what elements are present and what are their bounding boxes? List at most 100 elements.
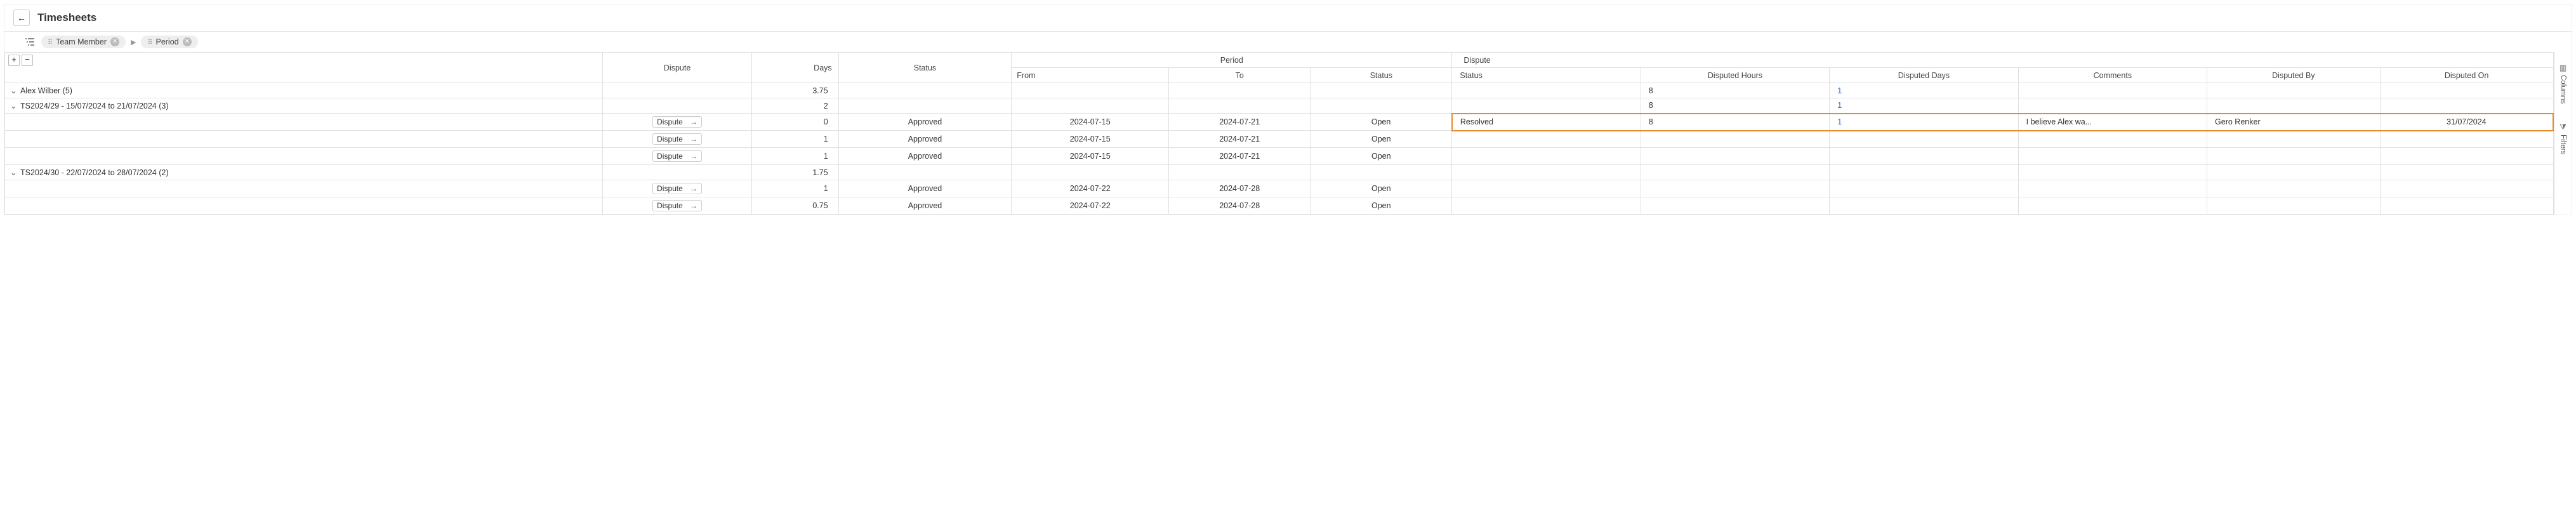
- page-header: ← Timesheets: [4, 4, 2572, 31]
- cell-disputed-hours: 8: [1641, 98, 1829, 114]
- cell-to: 2024-07-21: [1169, 131, 1311, 148]
- group-label: TS2024/29 - 15/07/2024 to 21/07/2024 (3): [20, 102, 169, 110]
- dispute-button[interactable]: Dispute →: [652, 200, 702, 211]
- chevron-down-icon: ⌄: [10, 101, 18, 110]
- chevron-right-icon: ▶: [131, 38, 136, 46]
- grouping-toolbar: ⠿ Team Member ✕ ▶ ⠿ Period ✕: [4, 32, 2572, 52]
- cell-days: 3.75: [752, 83, 838, 98]
- cell-to: 2024-07-28: [1169, 180, 1311, 197]
- cell-days: 0: [752, 114, 838, 131]
- filter-icon: ⧩: [2559, 123, 2566, 132]
- cell-disputed-on: 31/07/2024: [2380, 114, 2553, 131]
- column-header-from[interactable]: From: [1012, 68, 1169, 83]
- arrow-left-icon: ←: [17, 13, 26, 23]
- cell-period-status: Open: [1311, 148, 1452, 165]
- dispute-button[interactable]: Dispute →: [652, 150, 702, 162]
- table-row: Dispute → 0 Approved 2024-07-15 2024-07-2…: [5, 114, 2554, 131]
- arrow-right-icon: →: [690, 184, 697, 193]
- cell-from: 2024-07-15: [1012, 148, 1169, 165]
- dispute-button-label: Dispute: [657, 201, 683, 210]
- dispute-button[interactable]: Dispute →: [652, 183, 702, 194]
- cell-disputed-by: Gero Renker: [2207, 114, 2381, 131]
- column-header-disputed-on[interactable]: Disputed On: [2380, 68, 2553, 83]
- back-button[interactable]: ←: [13, 10, 30, 26]
- cell-disputed-days[interactable]: 1: [1830, 98, 2018, 114]
- group-pill-team-member[interactable]: ⠿ Team Member ✕: [41, 36, 126, 48]
- group-label: Alex Wilber (5): [20, 86, 72, 95]
- column-group-dispute: Dispute: [1452, 53, 2553, 68]
- group-row-period[interactable]: ⌄TS2024/30 - 22/07/2024 to 28/07/2024 (2…: [5, 165, 2554, 180]
- arrow-right-icon: →: [690, 152, 697, 161]
- column-header-tree: [5, 53, 603, 83]
- rail-label: Filters: [2559, 135, 2567, 154]
- cell-disputed-hours: 8: [1641, 83, 1829, 98]
- expand-all-button[interactable]: +: [8, 55, 20, 66]
- group-row-member[interactable]: ⌄Alex Wilber (5) 3.75 8 1: [5, 83, 2554, 98]
- dispute-button-label: Dispute: [657, 152, 683, 161]
- cell-period-status: Open: [1311, 180, 1452, 197]
- cell-to: 2024-07-21: [1169, 148, 1311, 165]
- columns-icon: ▥: [2559, 63, 2566, 72]
- cell-status: Approved: [838, 131, 1012, 148]
- cell-days: 1.75: [752, 165, 838, 180]
- cell-status: Approved: [838, 180, 1012, 197]
- cell-from: 2024-07-15: [1012, 114, 1169, 131]
- side-rail: ▥ Columns ⧩ Filters: [2554, 52, 2572, 215]
- column-header-to[interactable]: To: [1169, 68, 1311, 83]
- arrow-right-icon: →: [690, 201, 697, 210]
- cell-days: 0.75: [752, 197, 838, 215]
- drag-grip-icon: ⠿: [48, 38, 52, 46]
- cell-days: 2: [752, 98, 838, 114]
- column-header-disputed-hours[interactable]: Disputed Hours: [1641, 68, 1829, 83]
- remove-group-icon[interactable]: ✕: [110, 37, 119, 46]
- dispute-button[interactable]: Dispute →: [652, 116, 702, 128]
- cell-from: 2024-07-22: [1012, 197, 1169, 215]
- chevron-down-icon: ⌄: [10, 86, 18, 95]
- page-title: Timesheets: [37, 11, 96, 24]
- group-pill-label: Period: [155, 37, 178, 46]
- column-header-disputed-by[interactable]: Disputed By: [2207, 68, 2381, 83]
- cell-period-status: Open: [1311, 197, 1452, 215]
- group-pill-label: Team Member: [56, 37, 107, 46]
- column-header-period-status[interactable]: Status: [1311, 68, 1452, 83]
- cell-disputed-days[interactable]: 1: [1830, 83, 2018, 98]
- cell-to: 2024-07-28: [1169, 197, 1311, 215]
- rail-columns-button[interactable]: ▥ Columns: [2559, 63, 2567, 103]
- column-header-days[interactable]: Days: [752, 53, 838, 83]
- group-row-period[interactable]: ⌄TS2024/29 - 15/07/2024 to 21/07/2024 (3…: [5, 98, 2554, 114]
- column-header-disputed-days[interactable]: Disputed Days: [1830, 68, 2018, 83]
- cell-period-status: Open: [1311, 131, 1452, 148]
- column-header-status[interactable]: Status: [838, 53, 1012, 83]
- group-label: TS2024/30 - 22/07/2024 to 28/07/2024 (2): [20, 168, 169, 177]
- dispute-button[interactable]: Dispute →: [652, 133, 702, 145]
- cell-status: Approved: [838, 114, 1012, 131]
- collapse-all-button[interactable]: −: [22, 55, 33, 66]
- list-tree-icon[interactable]: [23, 36, 36, 48]
- cell-from: 2024-07-15: [1012, 131, 1169, 148]
- cell-comments: I believe Alex wa...: [2018, 114, 2207, 131]
- remove-group-icon[interactable]: ✕: [183, 37, 192, 46]
- dispute-button-label: Dispute: [657, 117, 683, 126]
- cell-status: Approved: [838, 148, 1012, 165]
- timesheets-grid: Dispute Days Status Period Dispute From …: [4, 52, 2554, 215]
- table-row: Dispute → 1 Approved 2024-07-22 2024-07-2…: [5, 180, 2554, 197]
- rail-filters-button[interactable]: ⧩ Filters: [2559, 123, 2567, 154]
- table-row: Dispute→ 0.75 Approved 2024-07-22 2024-0…: [5, 197, 2554, 215]
- dispute-button-label: Dispute: [657, 135, 683, 143]
- cell-disputed-hours: 8: [1641, 114, 1829, 131]
- rail-label: Columns: [2559, 75, 2567, 103]
- cell-to: 2024-07-21: [1169, 114, 1311, 131]
- arrow-right-icon: →: [690, 135, 697, 143]
- arrow-right-icon: →: [690, 117, 697, 126]
- column-header-dispute-status[interactable]: Status: [1452, 68, 1641, 83]
- group-pill-period[interactable]: ⠿ Period ✕: [141, 36, 197, 48]
- column-header-dispute-action[interactable]: Dispute: [602, 53, 751, 83]
- cell-days: 1: [752, 148, 838, 165]
- cell-disputed-days[interactable]: 1: [1830, 114, 2018, 131]
- column-header-comments[interactable]: Comments: [2018, 68, 2207, 83]
- cell-days: 1: [752, 131, 838, 148]
- cell-from: 2024-07-22: [1012, 180, 1169, 197]
- dispute-button-label: Dispute: [657, 184, 683, 193]
- cell-days: 1: [752, 180, 838, 197]
- chevron-down-icon: ⌄: [10, 168, 18, 177]
